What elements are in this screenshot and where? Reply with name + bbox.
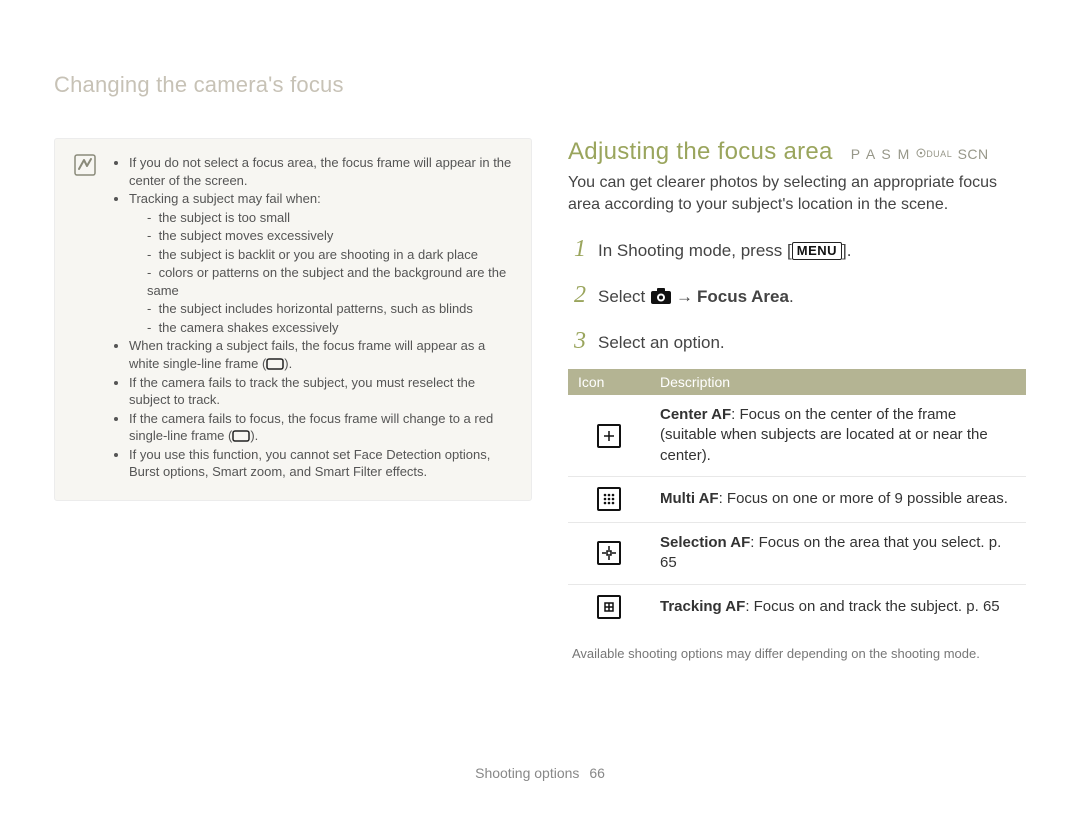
af-desc: : Focus on one or more of 9 possible are… bbox=[719, 490, 1008, 507]
camera-icon bbox=[650, 287, 672, 305]
step-text: Select an option. bbox=[598, 330, 725, 356]
step-number: 2 bbox=[568, 277, 586, 313]
af-name: Selection AF bbox=[660, 534, 750, 551]
white-frame-icon bbox=[266, 358, 284, 370]
mode-p: P bbox=[851, 146, 862, 162]
step-1: 1 In Shooting mode, press [MENU]. bbox=[568, 231, 1026, 267]
table-head-icon: Icon bbox=[568, 369, 650, 395]
arrow-icon: → bbox=[676, 287, 693, 306]
page-number: 66 bbox=[589, 765, 605, 781]
footer-label: Shooting options bbox=[475, 765, 579, 781]
desc-cell: Selection AF: Focus on the area that you… bbox=[650, 523, 1026, 585]
mode-s: S bbox=[881, 146, 892, 162]
desc-cell: Multi AF: Focus on one or more of 9 poss… bbox=[650, 476, 1026, 522]
af-name: Multi AF bbox=[660, 490, 719, 507]
note-item: If the camera fails to track the subject… bbox=[129, 374, 513, 409]
desc-cell: Center AF: Focus on the center of the fr… bbox=[650, 395, 1026, 476]
mode-dual: DUAL bbox=[926, 149, 952, 159]
fail-reason: the camera shakes excessively bbox=[147, 319, 513, 337]
mode-a: A bbox=[866, 146, 876, 162]
table-row: Selection AF: Focus on the area that you… bbox=[568, 523, 1026, 585]
steps-list: 1 In Shooting mode, press [MENU]. 2 Sele… bbox=[568, 231, 1026, 359]
fail-reason: the subject is backlit or you are shooti… bbox=[147, 246, 513, 264]
table-row: Center AF: Focus on the center of the fr… bbox=[568, 395, 1026, 476]
mode-m: M bbox=[898, 146, 911, 162]
section-title: Changing the camera's focus bbox=[54, 72, 1026, 98]
step-3: 3 Select an option. bbox=[568, 323, 1026, 359]
icon-cell bbox=[568, 395, 650, 476]
note-item: If you do not select a focus area, the f… bbox=[129, 154, 513, 189]
af-name: Tracking AF bbox=[660, 598, 745, 615]
note-text: ). bbox=[284, 356, 292, 371]
table-row: Tracking AF: Focus on and track the subj… bbox=[568, 584, 1026, 630]
mode-strip: P A S M DUAL SCN bbox=[851, 146, 989, 162]
fail-reason-list: the subject is too small the subject mov… bbox=[129, 209, 513, 337]
intro-text: You can get clearer photos by selecting … bbox=[568, 172, 1026, 215]
note-text: If the camera fails to focus, the focus … bbox=[129, 411, 493, 444]
table-footnote: Available shooting options may differ de… bbox=[568, 646, 1026, 661]
note-item: When tracking a subject fails, the focus… bbox=[129, 337, 513, 372]
step-2: 2 Select →Focus Area. bbox=[568, 277, 1026, 313]
focus-area-label: Focus Area bbox=[697, 287, 789, 306]
note-text: Tracking a subject may fail when: bbox=[129, 191, 321, 206]
note-text: ). bbox=[250, 428, 258, 443]
fail-reason: the subject is too small bbox=[147, 209, 513, 227]
icon-cell bbox=[568, 476, 650, 522]
fail-reason: the subject includes horizontal patterns… bbox=[147, 300, 513, 318]
tracking-af-icon bbox=[597, 595, 621, 619]
multi-af-icon bbox=[597, 487, 621, 511]
note-box: If you do not select a focus area, the f… bbox=[54, 138, 532, 501]
text: . bbox=[789, 287, 794, 306]
table-row: Multi AF: Focus on one or more of 9 poss… bbox=[568, 476, 1026, 522]
right-column: Adjusting the focus area P A S M DUAL SC… bbox=[568, 138, 1026, 661]
note-item: If the camera fails to focus, the focus … bbox=[129, 410, 513, 445]
af-desc: : Focus on and track the subject. p. 65 bbox=[745, 598, 999, 615]
menu-button-icon: MENU bbox=[792, 242, 842, 260]
note-item: If you use this function, you cannot set… bbox=[129, 446, 513, 481]
heading: Adjusting the focus area bbox=[568, 138, 833, 166]
text: In Shooting mode, press [ bbox=[598, 241, 792, 260]
red-frame-icon bbox=[232, 430, 250, 442]
icon-cell bbox=[568, 523, 650, 585]
icon-cell bbox=[568, 584, 650, 630]
mode-scn: SCN bbox=[958, 146, 989, 162]
text: Select bbox=[598, 287, 650, 306]
fail-reason: the subject moves excessively bbox=[147, 227, 513, 245]
note-text: When tracking a subject fails, the focus… bbox=[129, 338, 485, 371]
left-column: If you do not select a focus area, the f… bbox=[54, 138, 532, 661]
selection-af-icon bbox=[597, 541, 621, 565]
desc-cell: Tracking AF: Focus on and track the subj… bbox=[650, 584, 1026, 630]
af-name: Center AF bbox=[660, 406, 731, 423]
two-column-layout: If you do not select a focus area, the f… bbox=[54, 138, 1026, 661]
table-head-desc: Description bbox=[650, 369, 1026, 395]
page-footer: Shooting options 66 bbox=[0, 765, 1080, 781]
note-list: If you do not select a focus area, the f… bbox=[111, 153, 513, 482]
mode-dual-icon bbox=[916, 148, 926, 158]
heading-row: Adjusting the focus area P A S M DUAL SC… bbox=[568, 138, 1026, 166]
center-af-icon bbox=[597, 424, 621, 448]
fail-reason: colors or patterns on the subject and th… bbox=[147, 264, 513, 299]
step-number: 3 bbox=[568, 323, 586, 359]
note-icon bbox=[73, 153, 97, 177]
step-text: In Shooting mode, press [MENU]. bbox=[598, 238, 851, 264]
focus-area-table: Icon Description Center AF: Focus on the… bbox=[568, 369, 1026, 630]
step-number: 1 bbox=[568, 231, 586, 267]
text: ]. bbox=[842, 241, 851, 260]
step-text: Select →Focus Area. bbox=[598, 284, 794, 310]
note-item: Tracking a subject may fail when: the su… bbox=[129, 190, 513, 336]
